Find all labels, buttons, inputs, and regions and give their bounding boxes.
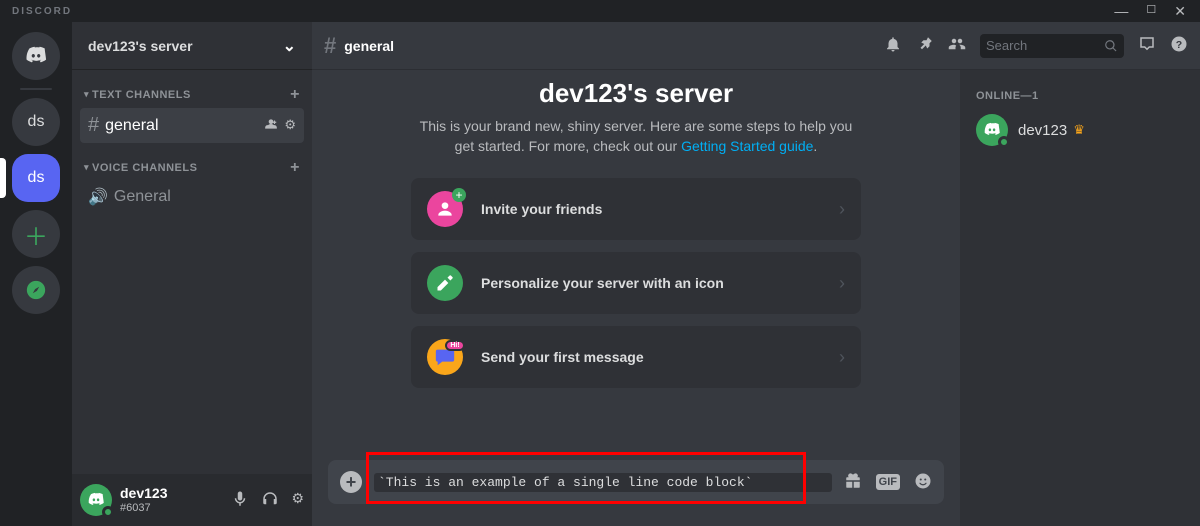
welcome-card-personalize[interactable]: Personalize your server with an icon › <box>411 252 861 314</box>
help-icon[interactable]: ? <box>1170 35 1188 56</box>
gift-button[interactable] <box>844 472 862 493</box>
channel-list: ▾TEXT CHANNELS + # general ⚙ ▾VOICE CHAN… <box>72 70 312 474</box>
member-list-toggle-icon[interactable] <box>948 35 966 56</box>
member-online-header: ONLINE—1 <box>968 90 1192 110</box>
deafen-button[interactable] <box>261 490 279 511</box>
channel-settings-icon[interactable]: ⚙ <box>284 117 296 134</box>
channel-label: General <box>114 188 296 206</box>
member-item[interactable]: dev123 ♛ <box>968 110 1192 150</box>
attach-button[interactable]: + <box>340 471 362 493</box>
inbox-icon[interactable] <box>1138 35 1156 56</box>
welcome-card-invite[interactable]: + Invite your friends › <box>411 178 861 240</box>
channel-sidebar: dev123's server ⌄ ▾TEXT CHANNELS + # gen… <box>72 22 312 526</box>
welcome-panel: dev123's server This is your brand new, … <box>312 70 960 460</box>
discord-logo-icon <box>23 43 49 69</box>
chevron-right-icon: › <box>839 347 845 368</box>
speaker-icon: 🔊 <box>88 187 108 207</box>
server-owner-crown-icon: ♛ <box>1073 122 1085 138</box>
search-input[interactable]: Search <box>980 34 1124 58</box>
guild-rail: ds ds ＋ <box>0 22 72 526</box>
add-channel-icon[interactable]: + <box>290 86 300 104</box>
caret-down-icon: ▾ <box>84 162 89 173</box>
chat-area: dev123's server This is your brand new, … <box>312 70 960 526</box>
window-titlebar: DISCORD ― ☐ ✕ <box>0 0 1200 22</box>
guild-ds-2-selected[interactable]: ds <box>12 154 60 202</box>
member-list-panel: ONLINE—1 dev123 ♛ <box>960 70 1200 526</box>
guild-add[interactable]: ＋ <box>12 210 60 258</box>
user-panel: dev123 #6037 ⚙ <box>72 474 312 526</box>
sticker-button[interactable] <box>914 472 932 493</box>
category-voice[interactable]: ▾VOICE CHANNELS + <box>72 159 312 177</box>
window-maximize[interactable]: ☐ <box>1146 3 1156 20</box>
caret-down-icon: ▾ <box>84 89 89 100</box>
welcome-card-first-message[interactable]: Hi! Send your first message › <box>411 326 861 388</box>
getting-started-link[interactable]: Getting Started guide <box>681 138 813 154</box>
self-discriminator: #6037 <box>120 502 167 514</box>
welcome-title: dev123's server <box>352 78 920 109</box>
chevron-right-icon: › <box>839 199 845 220</box>
mute-mic-button[interactable] <box>231 490 249 511</box>
window-controls: ― ☐ ✕ <box>1114 3 1192 20</box>
compass-icon <box>25 279 47 301</box>
category-text[interactable]: ▾TEXT CHANNELS + <box>72 86 312 104</box>
add-channel-icon[interactable]: + <box>290 159 300 177</box>
gif-button[interactable]: GIF <box>876 472 900 493</box>
status-online-dot <box>102 506 114 518</box>
self-username: dev123 <box>120 486 167 501</box>
message-input[interactable]: `This is an example of a single line cod… <box>374 473 832 492</box>
guild-home[interactable] <box>12 32 60 80</box>
chevron-right-icon: › <box>839 273 845 294</box>
hashtag-icon: # <box>88 114 99 137</box>
chevron-down-icon: ⌄ <box>283 36 296 56</box>
welcome-subtitle: This is your brand new, shiny server. He… <box>416 117 856 156</box>
guild-separator <box>20 88 52 90</box>
member-name: dev123 <box>1018 122 1067 139</box>
member-avatar <box>976 114 1008 146</box>
main-content: # general Search ? dev123's server This … <box>312 22 1200 526</box>
pinned-messages-icon[interactable] <box>916 35 934 56</box>
notification-bell-icon[interactable] <box>884 35 902 56</box>
window-close[interactable]: ✕ <box>1174 3 1186 20</box>
search-icon <box>1104 39 1118 53</box>
personalize-icon <box>427 265 463 301</box>
app-brand: DISCORD <box>8 6 72 17</box>
self-avatar[interactable] <box>80 484 112 516</box>
channel-text-general[interactable]: # general ⚙ <box>80 108 304 143</box>
hashtag-icon: # <box>324 33 336 59</box>
channel-label: general <box>105 117 264 135</box>
channel-voice-general[interactable]: 🔊 General <box>80 181 304 213</box>
channel-topbar: # general Search ? <box>312 22 1200 70</box>
guild-explore[interactable] <box>12 266 60 314</box>
server-name: dev123's server <box>88 38 193 54</box>
create-invite-icon[interactable] <box>264 117 278 134</box>
svg-text:?: ? <box>1176 39 1182 51</box>
status-online-dot <box>998 136 1010 148</box>
user-settings-button[interactable]: ⚙ <box>291 490 304 511</box>
message-icon: Hi! <box>427 339 463 375</box>
channel-title: general <box>344 38 394 54</box>
window-minimize[interactable]: ― <box>1114 3 1128 20</box>
composer-area: + `This is an example of a single line c… <box>312 460 960 526</box>
message-composer[interactable]: + `This is an example of a single line c… <box>328 460 944 504</box>
invite-icon: + <box>427 191 463 227</box>
search-placeholder: Search <box>986 38 1104 53</box>
guild-ds-1[interactable]: ds <box>12 98 60 146</box>
server-header[interactable]: dev123's server ⌄ <box>72 22 312 70</box>
